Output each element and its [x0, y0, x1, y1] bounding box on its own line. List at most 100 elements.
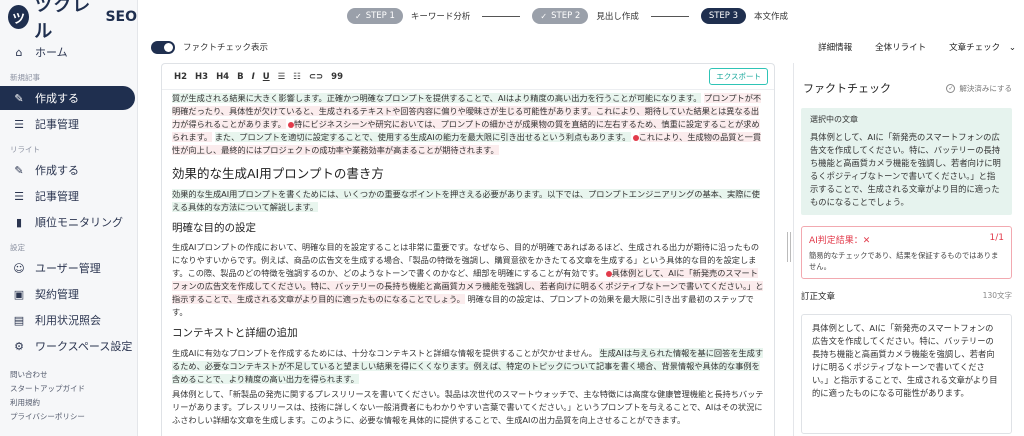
h3-button[interactable]: H3 [195, 72, 208, 82]
ai-result-box: AI判定結果：✕ 1/1 簡易的なチェックであり、結果を保証するものではありませ… [801, 226, 1012, 279]
sidebar-item-label: 利用状況照会 [35, 314, 101, 327]
text-span: 効果的な生成AI用プロンプトを書くためには、いくつかの重要なポイントを押さえる必… [172, 188, 760, 212]
step-divider [482, 15, 521, 17]
footer-link-privacy[interactable]: プライバシーポリシー [0, 410, 137, 424]
editor-toolbar: H2 H3 H4 B I U ☰ ☷ ⊂⊃ 99 エクスポート [162, 64, 774, 90]
bold-button[interactable]: B [237, 72, 243, 82]
step-3-badge[interactable]: STEP 3 [700, 8, 747, 24]
footer-link-contact[interactable]: 問い合わせ [0, 368, 137, 382]
step-1-label: キーワード分析 [410, 12, 471, 22]
sidebar-item-rank[interactable]: ▮ 順位モニタリング [0, 210, 137, 234]
sidebar-item-label: 記事管理 [35, 190, 79, 203]
nav-section-new: 新規記事 [10, 73, 40, 82]
footer-link-terms[interactable]: 利用規約 [0, 396, 137, 410]
bullet-list-icon[interactable]: ☰ [278, 72, 286, 82]
gear-icon: ⚙ [14, 339, 24, 353]
sidebar-item-label: 作成する [35, 164, 79, 177]
revised-header: 訂正文章 130文字 [801, 290, 1012, 302]
panel-header: ファクトチェック ✓ 解決済みにする [794, 63, 1024, 96]
check-icon: ✓ [355, 11, 362, 21]
sidebar-item-users[interactable]: ☺ ユーザー管理 [0, 256, 137, 280]
revised-char-count: 130文字 [982, 291, 1012, 300]
sidebar: ツ ツクレル SEO ⌂ ホーム 新規記事 ✎ 作成する ☰ 記事管理 リライト… [0, 0, 138, 436]
action-bar: ファクトチェック表示 詳細情報 全体リライト 文章チェック ⌄ [139, 36, 1024, 58]
factcheck-panel: ファクトチェック ✓ 解決済みにする 選択中の文章 具体例として、AIに「新発売… [793, 63, 1024, 436]
sidebar-item-label: 記事管理 [35, 118, 79, 131]
italic-button[interactable]: I [252, 72, 255, 82]
resolve-label: 解決済みにする [959, 83, 1012, 93]
quote-button[interactable]: 99 [331, 72, 343, 82]
paragraph: 質が生成される結果に大きく影響します。正確かつ明確なプロンプトを提供することで、… [172, 92, 764, 157]
detail-button[interactable]: 詳細情報 [818, 41, 852, 53]
list-icon: ☰ [14, 189, 24, 203]
step-1-badge[interactable]: ✓ STEP 1 [347, 8, 403, 24]
resize-handle[interactable] [786, 232, 792, 262]
sidebar-item-label: ユーザー管理 [35, 262, 101, 275]
app: ツ ツクレル SEO ⌂ ホーム 新規記事 ✎ 作成する ☰ 記事管理 リライト… [0, 0, 1024, 436]
revised-text-field[interactable]: 具体例として、AIに「新発売のスマートフォンの広告文を作成してください。特に、バ… [801, 314, 1012, 434]
list-icon: ☰ [14, 117, 24, 131]
sidebar-item-label: 作成する [35, 92, 79, 105]
contract-icon: ▣ [13, 287, 25, 301]
sidebar-item-home[interactable]: ⌂ ホーム [0, 40, 137, 64]
text-span: 具体例として、「新製品の発売に関するプレスリリースを書いてください。製品は次世代… [172, 388, 764, 425]
selected-label: 選択中の文章 [810, 115, 858, 124]
pen-icon: ✎ [14, 91, 24, 105]
editor-content[interactable]: 質が生成される結果に大きく影響します。正確かつ明確なプロンプトを提供することで、… [162, 90, 774, 427]
factcheck-toggle[interactable] [151, 40, 175, 54]
ai-result-header: AI判定結果：✕ 1/1 [809, 233, 1004, 246]
step-2-badge[interactable]: ✓ STEP 2 [532, 8, 589, 24]
usage-icon: ▤ [13, 313, 25, 327]
paragraph: 効果的な生成AI用プロンプトを書くためには、いくつかの重要なポイントを押さえる必… [172, 188, 764, 214]
footer-link-guide[interactable]: スタートアップガイド [0, 382, 137, 396]
heading-h3: コンテキストと詳細の追加 [172, 327, 298, 340]
sidebar-item-rewrite-articles[interactable]: ☰ 記事管理 [0, 184, 137, 208]
step-divider [650, 15, 689, 17]
step-3-label: 本文作成 [754, 12, 789, 22]
sentence-check-dropdown[interactable]: 文章チェック ⌄ [949, 41, 1016, 53]
step-badge-label: STEP 3 [708, 11, 739, 21]
rewrite-all-button[interactable]: 全体リライト [875, 41, 926, 53]
sidebar-item-workspace[interactable]: ⚙ ワークスペース設定 [0, 334, 137, 358]
revised-label: 訂正文章 [801, 292, 836, 302]
text-span: また、プロンプトを適切に設定することで、使用する生成AIの能力を最大限に引き出せ… [214, 132, 631, 143]
paragraph: 生成AIプロンプトの作成において、明確な目的を設定することは非常に重要です。なぜ… [172, 241, 764, 320]
sidebar-item-label: 順位モニタリング [35, 216, 123, 229]
nav-section-settings: 設定 [10, 243, 25, 252]
selected-text-box: 選択中の文章 具体例として、AIに「新発売のスマートフォンの広告文を作成してくだ… [801, 108, 1012, 215]
step-2-label: 見出し作成 [596, 12, 639, 22]
heading-h2: 効果的な生成AI用プロンプトの書き方 [172, 166, 384, 182]
underline-button[interactable]: U [263, 72, 270, 82]
ai-result-count[interactable]: 1/1 [990, 233, 1004, 246]
pen-icon: ✎ [14, 163, 24, 177]
export-button[interactable]: エクスポート [709, 68, 768, 85]
logo[interactable]: ツ ツクレル SEO [0, 0, 137, 42]
ai-result-note: 簡易的なチェックであり、結果を保証するものではありません。 [809, 251, 999, 271]
step-badge-label: STEP 1 [365, 11, 395, 21]
users-icon: ☺ [13, 261, 25, 275]
sidebar-item-usage[interactable]: ▤ 利用状況照会 [0, 308, 137, 332]
paragraph: 具体例として、「新製品の発売に関するプレスリリースを書いてください。製品は次世代… [172, 388, 764, 427]
sidebar-item-rewrite-create[interactable]: ✎ 作成する [0, 158, 137, 182]
sentence-check-label: 文章チェック [949, 43, 1001, 53]
check-icon: ✓ [540, 11, 548, 21]
logo-mark: ツ [8, 5, 30, 29]
h4-button[interactable]: H4 [216, 72, 229, 82]
sidebar-item-articles[interactable]: ☰ 記事管理 [0, 112, 137, 136]
resolve-button[interactable]: ✓ 解決済みにする [946, 83, 1012, 94]
ai-result-label: AI判定結果：✕ [809, 236, 871, 246]
link-icon[interactable]: ⊂⊃ [309, 72, 323, 82]
sidebar-item-contract[interactable]: ▣ 契約管理 [0, 282, 137, 306]
selected-text: 具体例として、AIに「新発売のスマートフォンの広告文を作成してください。特に、バ… [810, 132, 1001, 207]
chevron-down-icon: ⌄ [1008, 43, 1016, 53]
sidebar-item-create[interactable]: ✎ 作成する [0, 86, 135, 110]
text-span: 質が生成される結果に大きく影響します。正確かつ明確なプロンプトを提供することで、… [172, 93, 702, 103]
factcheck-toggle-label: ファクトチェック表示 [183, 43, 269, 53]
paragraph: 生成AIに有効なプロンプトを作成するためには、十分なコンテキストと詳細な情報を提… [172, 347, 764, 386]
bar-chart-icon: ▮ [15, 215, 23, 229]
sidebar-item-label: ホーム [35, 46, 68, 59]
ordered-list-icon[interactable]: ☷ [293, 72, 301, 82]
h2-button[interactable]: H2 [174, 72, 187, 82]
nav-section-rewrite: リライト [10, 145, 40, 154]
home-icon: ⌂ [15, 45, 23, 59]
